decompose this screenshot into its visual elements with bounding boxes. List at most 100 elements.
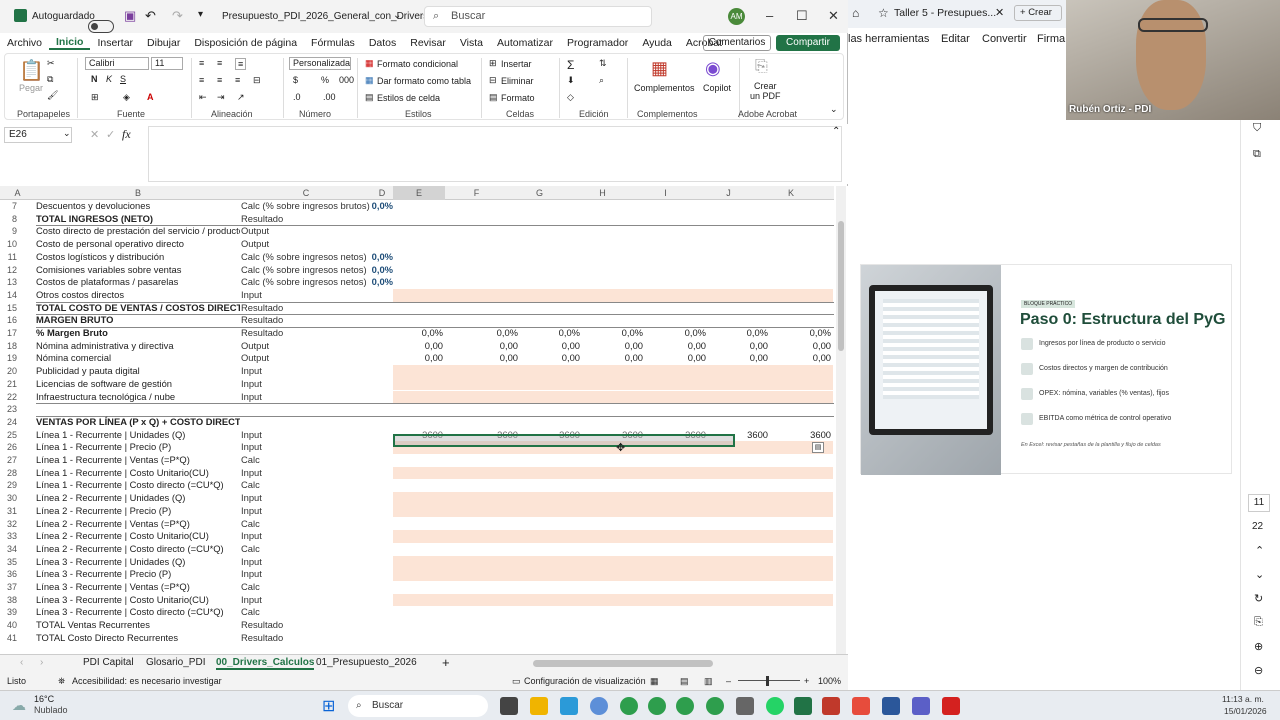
value-cell[interactable]: 0,00 bbox=[708, 340, 768, 353]
clock-date[interactable]: 15/01/2026 bbox=[1224, 706, 1267, 716]
cell-c[interactable]: Output bbox=[241, 352, 371, 365]
autofill-options-icon[interactable]: ▤ bbox=[812, 442, 824, 453]
page-up-icon[interactable]: ⌃ bbox=[1255, 544, 1264, 557]
vertical-scrollbar[interactable] bbox=[836, 186, 846, 654]
cell-b[interactable]: TOTAL INGRESOS (NETO) bbox=[36, 213, 240, 226]
row-number[interactable]: 36 bbox=[0, 568, 17, 581]
row-number[interactable]: 28 bbox=[0, 467, 17, 480]
confirm-entry-icon[interactable]: ✓ bbox=[106, 128, 115, 141]
cell-b[interactable]: Línea 1 - Recurrente | Precio (P) bbox=[36, 441, 240, 454]
copy-icon[interactable]: ⧉ bbox=[1253, 148, 1261, 161]
format-cells-button[interactable]: Formato bbox=[501, 93, 535, 103]
vertical-scroll-thumb[interactable] bbox=[838, 221, 844, 351]
table-row[interactable]: 15 TOTAL COSTO DE VENTAS / COSTOS DIRECTO… bbox=[0, 302, 834, 315]
borders-icon[interactable]: ⊞ bbox=[91, 92, 99, 103]
table-row[interactable]: 19 Nómina comercial Output 0,00 0,00 0,00 0,00… bbox=[0, 352, 834, 365]
merge-icon[interactable]: ⊟ bbox=[253, 75, 261, 86]
spreadsheet-grid[interactable]: ABCDEFGHIJK 7 Descuentos y devoluciones Ca… bbox=[0, 186, 848, 654]
cell-c[interactable]: Calc bbox=[241, 606, 371, 619]
table-row[interactable]: 38 Línea 3 - Recurrente | Costo Unitario(… bbox=[0, 593, 834, 607]
addins-button[interactable]: Complementos bbox=[634, 83, 695, 93]
task-view-icon[interactable] bbox=[500, 697, 518, 715]
value-cell[interactable]: 0,0% bbox=[458, 327, 518, 340]
cell-c[interactable]: Input bbox=[241, 441, 371, 454]
increase-decimal-icon[interactable]: .0 bbox=[293, 92, 301, 102]
table-row[interactable]: 32 Línea 2 - Recurrente | Ventas (=P*Q) Ca… bbox=[0, 518, 834, 531]
value-cell[interactable]: 0,00 bbox=[708, 352, 768, 365]
formula-input[interactable] bbox=[148, 126, 842, 182]
scroll-tabs-right-icon[interactable]: › bbox=[40, 657, 43, 668]
input-cell-range[interactable] bbox=[393, 530, 833, 543]
bookmark-icon[interactable]: ⛉ bbox=[1253, 122, 1261, 135]
page-layout-icon[interactable]: ▤ bbox=[680, 672, 689, 690]
outlook-icon[interactable] bbox=[882, 697, 900, 715]
copy-icon[interactable]: ⧉ bbox=[47, 74, 53, 85]
table-row[interactable]: 16 MARGEN BRUTO Resultado bbox=[0, 314, 834, 327]
row-number[interactable]: 39 bbox=[0, 606, 17, 619]
column-header-a[interactable]: A bbox=[0, 186, 35, 200]
row-number[interactable]: 7 bbox=[0, 200, 17, 213]
row-number[interactable]: 8 bbox=[0, 213, 17, 226]
chrome-profile-icon[interactable] bbox=[648, 697, 666, 715]
table-format-icon[interactable]: ▦ bbox=[365, 75, 374, 86]
zoom-in-icon[interactable]: ⊕ bbox=[1254, 640, 1263, 653]
selection-range[interactable] bbox=[393, 434, 735, 447]
file-title[interactable]: Presupuesto_PDI_2026_General_con_Drivers… bbox=[222, 11, 450, 22]
pdf-toolbar-item[interactable]: Editar bbox=[941, 33, 970, 45]
table-format-button[interactable]: Dar formato como tabla bbox=[377, 76, 471, 86]
cell-b[interactable]: Línea 2 - Recurrente | Costo Unitario(CU… bbox=[36, 530, 240, 543]
cell-b[interactable]: Línea 3 - Recurrente | Precio (P) bbox=[36, 568, 240, 581]
cell-b[interactable]: Línea 2 - Recurrente | Precio (P) bbox=[36, 505, 240, 518]
input-cell-range[interactable] bbox=[393, 365, 833, 378]
input-cell-range[interactable] bbox=[393, 492, 833, 505]
value-cell[interactable]: 0,0% bbox=[520, 327, 580, 340]
zoom-slider-thumb[interactable] bbox=[766, 676, 769, 686]
orientation-icon[interactable]: ↗ bbox=[237, 92, 245, 103]
menu-archivo[interactable]: Archivo bbox=[0, 37, 49, 49]
cell-c[interactable]: Calc bbox=[241, 581, 371, 594]
autosum-icon[interactable]: Σ bbox=[567, 58, 574, 72]
table-row[interactable]: 13 Costos de plataformas / pasarelas Calc … bbox=[0, 276, 834, 289]
chrome-profile-2-icon[interactable] bbox=[676, 697, 694, 715]
cell-c[interactable]: Input bbox=[241, 429, 371, 442]
row-number[interactable]: 25 bbox=[0, 429, 17, 442]
table-row[interactable]: 28 Línea 1 - Recurrente | Costo Unitario(… bbox=[0, 466, 834, 480]
table-row[interactable]: 23 bbox=[0, 403, 834, 416]
file-explorer-icon[interactable] bbox=[530, 697, 548, 715]
table-row[interactable]: 8 TOTAL INGRESOS (NETO) Resultado bbox=[0, 213, 834, 226]
fill-icon[interactable]: ⬇ bbox=[567, 75, 575, 86]
customize-qat-icon[interactable]: ▾ bbox=[198, 9, 203, 20]
font-size-select[interactable]: 11 bbox=[151, 57, 183, 70]
input-cell-range[interactable] bbox=[393, 288, 833, 302]
cell-c[interactable]: Resultado bbox=[241, 327, 371, 340]
row-number[interactable]: 41 bbox=[0, 632, 17, 645]
name-box-dropdown-icon[interactable]: ⌄ bbox=[63, 128, 71, 139]
cell-c[interactable]: Input bbox=[241, 467, 371, 480]
cell-c[interactable]: Resultado bbox=[241, 619, 371, 632]
cut-icon[interactable]: ✂ bbox=[47, 58, 55, 69]
value-cell[interactable]: 0,00 bbox=[458, 340, 518, 353]
cell-c[interactable]: Calc (% sobre ingresos brutos) bbox=[241, 200, 371, 213]
cell-d[interactable]: 0,0% bbox=[371, 251, 393, 264]
table-row[interactable]: 30 Línea 2 - Recurrente | Unidades (Q) Inp… bbox=[0, 492, 834, 505]
input-cell-range[interactable] bbox=[393, 593, 833, 607]
table-row[interactable]: 39 Línea 3 - Recurrente | Costo directo (… bbox=[0, 606, 834, 619]
row-number[interactable]: 40 bbox=[0, 619, 17, 632]
sheet-tab[interactable]: 01_Presupuesto_2026 bbox=[316, 657, 417, 668]
cell-b[interactable]: Costos de plataformas / pasarelas bbox=[36, 276, 240, 289]
menu-datos[interactable]: Datos bbox=[362, 37, 403, 49]
close-icon[interactable]: ✕ bbox=[828, 8, 839, 24]
column-header-j[interactable]: J bbox=[697, 186, 760, 200]
clock-time[interactable]: 11:13 a. m. bbox=[1222, 694, 1264, 704]
table-row[interactable]: 21 Licencias de software de gestión Input bbox=[0, 377, 834, 391]
cell-c[interactable]: Calc bbox=[241, 454, 371, 467]
row-number[interactable]: 17 bbox=[0, 327, 17, 340]
cell-c[interactable]: Calc bbox=[241, 479, 371, 492]
table-row[interactable]: 35 Línea 3 - Recurrente | Unidades (Q) Inp… bbox=[0, 555, 834, 569]
row-number[interactable]: 26 bbox=[0, 441, 17, 454]
cell-d[interactable]: 0,0% bbox=[371, 276, 393, 289]
increase-indent-icon[interactable]: ⇥ bbox=[217, 92, 225, 103]
excel-taskbar-icon[interactable] bbox=[794, 697, 812, 715]
cell-b[interactable]: Línea 3 - Recurrente | Ventas (=P*Q) bbox=[36, 581, 240, 594]
clear-icon[interactable]: ◇ bbox=[567, 92, 574, 103]
